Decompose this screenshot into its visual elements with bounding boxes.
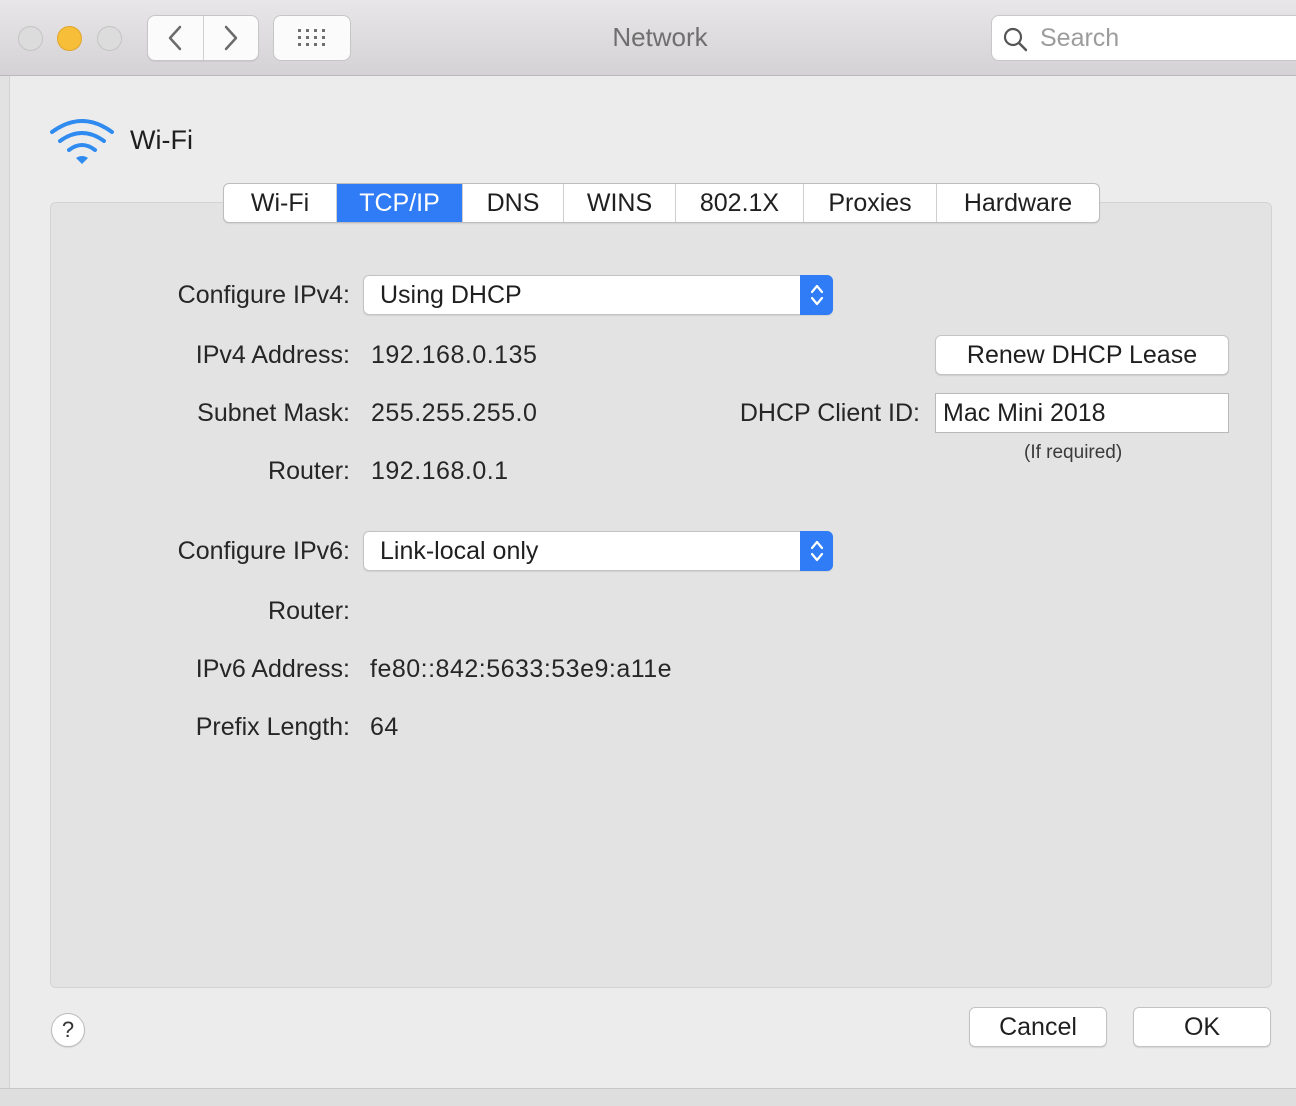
popup-arrows-icon bbox=[800, 531, 833, 571]
subnet-mask-label: Subnet Mask: bbox=[197, 399, 350, 427]
ipv4-address-label: IPv4 Address: bbox=[195, 341, 350, 369]
dhcp-client-id-label: DHCP Client ID: bbox=[739, 399, 920, 427]
configure-ipv6-label: Configure IPv6: bbox=[177, 537, 350, 565]
ipv4-router-value: 192.168.0.1 bbox=[371, 457, 509, 485]
title-bar: Network bbox=[0, 0, 1296, 76]
window-left-edge bbox=[0, 76, 10, 1088]
help-button[interactable]: ? bbox=[51, 1013, 85, 1047]
grid-icon bbox=[298, 29, 325, 46]
close-window-button[interactable] bbox=[18, 26, 43, 51]
chevron-left-icon bbox=[169, 25, 182, 51]
forward-button[interactable] bbox=[202, 16, 259, 60]
configure-ipv4-label: Configure IPv4: bbox=[177, 281, 350, 309]
service-name: Wi-Fi bbox=[130, 125, 193, 155]
wifi-icon bbox=[50, 119, 114, 164]
settings-panel bbox=[50, 202, 1272, 988]
zoom-window-button[interactable] bbox=[97, 26, 122, 51]
window-title: Network bbox=[612, 22, 708, 52]
subnet-mask-value: 255.255.255.0 bbox=[371, 399, 538, 427]
dhcp-client-id-field[interactable]: Mac Mini 2018 bbox=[935, 393, 1229, 433]
configure-ipv4-popup[interactable]: Using DHCP bbox=[363, 275, 833, 315]
tab-tcpip[interactable]: TCP/IP bbox=[336, 184, 462, 222]
search-field[interactable] bbox=[991, 15, 1296, 61]
ipv4-router-label: Router: bbox=[268, 457, 350, 485]
configure-ipv6-value: Link-local only bbox=[380, 537, 539, 565]
back-button[interactable] bbox=[148, 16, 203, 60]
dhcp-client-id-hint: (If required) bbox=[1024, 442, 1123, 463]
show-all-button[interactable] bbox=[273, 15, 351, 61]
configure-ipv6-popup[interactable]: Link-local only bbox=[363, 531, 833, 571]
ipv6-address-value: fe80::842:5633:53e9:a11e bbox=[370, 655, 673, 683]
ipv4-address-value: 192.168.0.135 bbox=[371, 341, 538, 369]
back-forward-control bbox=[147, 15, 259, 61]
tab-proxies[interactable]: Proxies bbox=[803, 184, 936, 222]
tab-dns[interactable]: DNS bbox=[462, 184, 563, 222]
tab-hardware[interactable]: Hardware bbox=[936, 184, 1099, 222]
search-icon bbox=[1003, 27, 1028, 52]
chevron-right-icon bbox=[224, 25, 237, 51]
popup-arrows-icon bbox=[800, 275, 833, 315]
ipv6-address-label: IPv6 Address: bbox=[195, 655, 350, 683]
window-bottom-edge bbox=[0, 1088, 1296, 1106]
minimize-window-button[interactable] bbox=[57, 26, 82, 51]
configure-ipv4-value: Using DHCP bbox=[380, 281, 522, 309]
tab-wifi[interactable]: Wi-Fi bbox=[224, 184, 336, 222]
network-preferences-window: Network Wi-Fi Wi-Fi TCP/IP DNS WINS 802.… bbox=[0, 0, 1296, 1106]
prefix-length-value: 64 bbox=[370, 713, 399, 741]
ok-button[interactable]: OK bbox=[1133, 1007, 1271, 1047]
prefix-length-label: Prefix Length: bbox=[195, 713, 350, 741]
search-input[interactable] bbox=[1038, 22, 1278, 54]
renew-dhcp-lease-button[interactable]: Renew DHCP Lease bbox=[935, 335, 1229, 375]
cancel-button[interactable]: Cancel bbox=[969, 1007, 1107, 1047]
tab-wins[interactable]: WINS bbox=[563, 184, 675, 222]
tab-8021x[interactable]: 802.1X bbox=[675, 184, 803, 222]
tab-bar: Wi-Fi TCP/IP DNS WINS 802.1X Proxies Har… bbox=[223, 183, 1100, 223]
ipv6-router-label: Router: bbox=[268, 597, 350, 625]
